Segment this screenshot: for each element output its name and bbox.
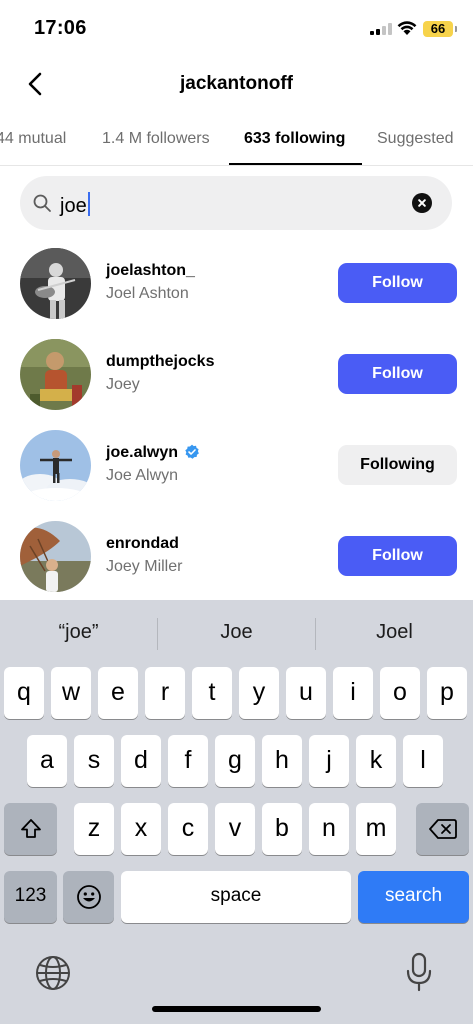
home-indicator[interactable] (152, 1006, 321, 1012)
status-time: 17:06 (34, 17, 87, 39)
status-bar: 17:06 66 (0, 0, 473, 56)
backspace-key[interactable] (416, 803, 469, 855)
tab-suggested[interactable]: Suggested (377, 130, 454, 148)
key-o[interactable]: o (380, 667, 420, 719)
emoji-key[interactable] (63, 871, 114, 923)
key-m[interactable]: m (356, 803, 396, 855)
suggestion-item[interactable]: Joe (158, 621, 315, 644)
user-row[interactable]: joelashton_ Joel Ashton Follow (0, 248, 473, 338)
username[interactable]: enrondad (106, 535, 179, 553)
username[interactable]: joelashton_ (106, 262, 195, 280)
globe-icon[interactable] (35, 955, 71, 991)
user-row[interactable]: joe.alwyn Joe Alwyn Following (0, 430, 473, 520)
predictive-text-bar: “joe” Joe Joel (0, 600, 473, 666)
tab-followers[interactable]: 1.4 M followers (102, 130, 210, 148)
search-input[interactable]: joe (60, 192, 90, 218)
search-key[interactable]: search (358, 871, 469, 923)
avatar[interactable] (20, 248, 91, 319)
key-j[interactable]: j (309, 735, 349, 787)
search-bar[interactable]: joe (20, 176, 452, 230)
key-w[interactable]: w (51, 667, 91, 719)
key-x[interactable]: x (121, 803, 161, 855)
verified-badge-icon (185, 444, 199, 459)
key-g[interactable]: g (215, 735, 255, 787)
avatar[interactable] (20, 521, 91, 592)
shift-icon (20, 819, 41, 838)
key-y[interactable]: y (239, 667, 279, 719)
battery-indicator: 66 (423, 21, 457, 37)
key-b[interactable]: b (262, 803, 302, 855)
page-title: jackantonoff (180, 73, 293, 94)
full-name: Joey (106, 376, 140, 393)
key-f[interactable]: f (168, 735, 208, 787)
follow-button[interactable]: Follow (338, 263, 457, 303)
tab-mutual[interactable]: 44 mutual (0, 130, 66, 148)
key-c[interactable]: c (168, 803, 208, 855)
wifi-icon (397, 21, 417, 35)
key-t[interactable]: t (192, 667, 232, 719)
profile-header: jackantonoff (0, 56, 473, 114)
emoji-icon (76, 885, 101, 909)
shift-key[interactable] (4, 803, 57, 855)
suggestion-item[interactable]: “joe” (0, 621, 157, 644)
user-row[interactable]: enrondad Joey Miller Follow (0, 521, 473, 611)
key-h[interactable]: h (262, 735, 302, 787)
space-key[interactable]: space (121, 871, 351, 923)
tab-bar: 44 mutual 1.4 M followers 633 following … (0, 114, 473, 166)
follow-button[interactable]: Follow (338, 354, 457, 394)
clear-search-button[interactable] (412, 193, 432, 213)
key-i[interactable]: i (333, 667, 373, 719)
key-u[interactable]: u (286, 667, 326, 719)
avatar[interactable] (20, 430, 91, 501)
key-q[interactable]: q (4, 667, 44, 719)
cellular-signal-icon (370, 23, 392, 35)
avatar[interactable] (20, 339, 91, 410)
active-tab-indicator (229, 163, 362, 165)
user-row[interactable]: dumpthejocks Joey Follow (0, 339, 473, 429)
full-name: Joel Ashton (106, 285, 189, 302)
key-r[interactable]: r (145, 667, 185, 719)
keyboard: “joe” Joe Joel q w e r t y u i o p a s d… (0, 600, 473, 1024)
follow-button[interactable]: Follow (338, 536, 457, 576)
key-p[interactable]: p (427, 667, 467, 719)
search-input-value: joe (60, 195, 87, 217)
search-icon (33, 194, 51, 212)
suggestion-item[interactable]: Joel (316, 621, 473, 644)
key-l[interactable]: l (403, 735, 443, 787)
text-cursor (87, 192, 90, 216)
key-n[interactable]: n (309, 803, 349, 855)
key-k[interactable]: k (356, 735, 396, 787)
following-button[interactable]: Following (338, 445, 457, 485)
key-a[interactable]: a (27, 735, 67, 787)
key-d[interactable]: d (121, 735, 161, 787)
username[interactable]: joe.alwyn (106, 444, 178, 462)
numbers-key[interactable]: 123 (4, 871, 57, 923)
key-s[interactable]: s (74, 735, 114, 787)
microphone-icon[interactable] (405, 952, 433, 994)
full-name: Joe Alwyn (106, 467, 179, 484)
tab-following[interactable]: 633 following (244, 130, 345, 148)
key-z[interactable]: z (74, 803, 114, 855)
key-e[interactable]: e (98, 667, 138, 719)
key-v[interactable]: v (215, 803, 255, 855)
backspace-icon (428, 819, 457, 839)
username[interactable]: dumpthejocks (106, 353, 214, 371)
full-name: Joey Miller (106, 558, 183, 575)
